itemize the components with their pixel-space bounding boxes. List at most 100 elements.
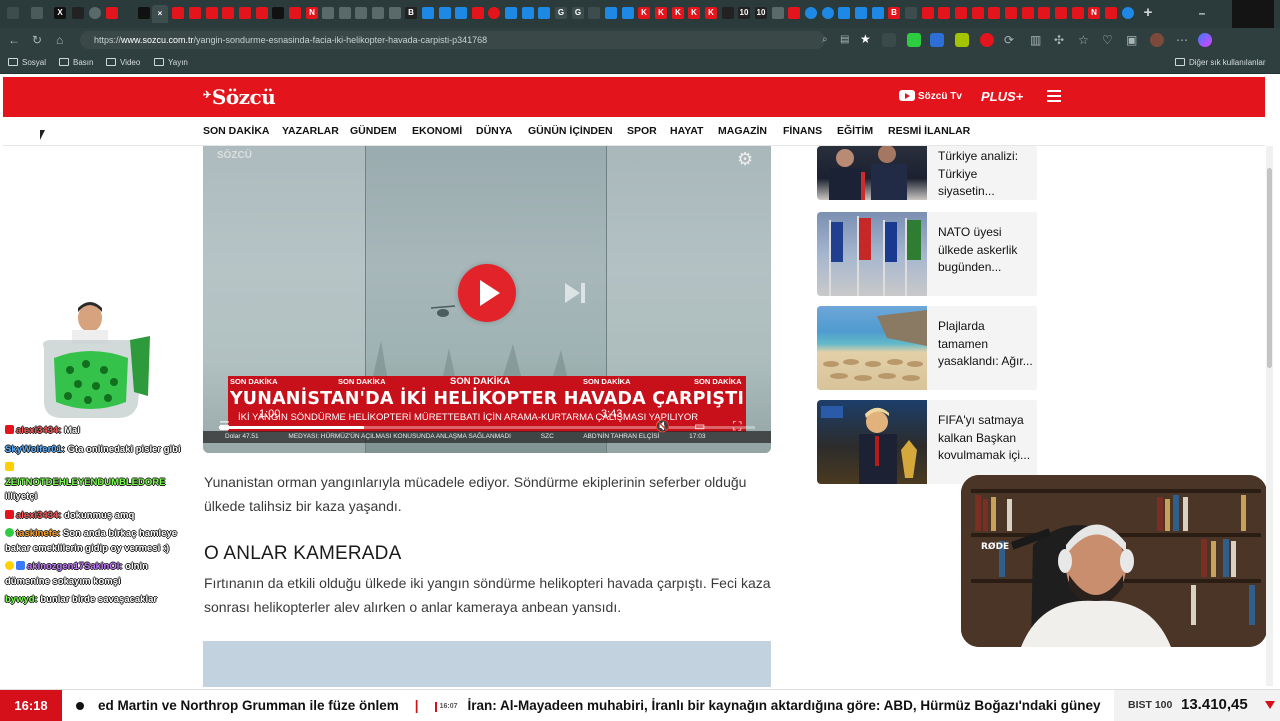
nav-magazin[interactable]: MAGAZİN bbox=[718, 125, 767, 137]
copilot-icon[interactable] bbox=[1198, 33, 1212, 47]
tab-favicon[interactable]: K bbox=[705, 7, 717, 19]
tab-favicon[interactable] bbox=[1122, 7, 1134, 19]
tab-favicon[interactable] bbox=[605, 7, 617, 19]
related-article[interactable]: NATO üyesi ülkede askerlik bugünden... bbox=[817, 212, 1037, 296]
tab-favicon[interactable] bbox=[805, 7, 817, 19]
page-scrollbar[interactable] bbox=[1266, 146, 1273, 686]
related-article[interactable]: FIFA'yı satmaya kalkan Başkan kovulmamak… bbox=[817, 400, 1037, 484]
browser-essentials-icon[interactable]: ♡ bbox=[1102, 33, 1113, 47]
bookmark-folder-sosyal[interactable]: Sosyal bbox=[8, 57, 46, 69]
tab-favicon[interactable] bbox=[189, 7, 201, 19]
tab-favicon[interactable] bbox=[938, 7, 950, 19]
tab-favicon[interactable]: K bbox=[655, 7, 667, 19]
extension-icon[interactable] bbox=[907, 33, 921, 47]
video-player[interactable]: SÖZCÜ ⚙ SON DAKİKA SON DAKİKA SON DAKİKA… bbox=[203, 146, 771, 453]
refresh-icon[interactable]: ↻ bbox=[32, 33, 42, 47]
tab-favicon[interactable] bbox=[439, 7, 451, 19]
tab-favicon[interactable] bbox=[772, 7, 784, 19]
tab-favicon[interactable]: 10 bbox=[755, 7, 767, 19]
nav-hayat[interactable]: HAYAT bbox=[670, 125, 703, 137]
tab-favicon[interactable] bbox=[722, 7, 734, 19]
tab-favicon[interactable] bbox=[1055, 7, 1067, 19]
tab-favicon[interactable] bbox=[522, 7, 534, 19]
tab-favicon[interactable] bbox=[239, 7, 251, 19]
nav-ekonomi[interactable]: EKONOMİ bbox=[412, 125, 462, 137]
tab-favicon[interactable] bbox=[106, 7, 118, 19]
tab-favicon[interactable] bbox=[256, 7, 268, 19]
collections-icon[interactable]: ▣ bbox=[1126, 33, 1137, 47]
tab-favicon[interactable] bbox=[206, 7, 218, 19]
tab-favicon[interactable] bbox=[838, 7, 850, 19]
tab-favicon[interactable] bbox=[1105, 7, 1117, 19]
tab-favicon[interactable] bbox=[1038, 7, 1050, 19]
tab-favicon[interactable] bbox=[339, 7, 351, 19]
tab-favicon[interactable] bbox=[355, 7, 367, 19]
tab-favicon[interactable] bbox=[1022, 7, 1034, 19]
tab-favicon[interactable] bbox=[988, 7, 1000, 19]
tab-favicon[interactable] bbox=[1005, 7, 1017, 19]
nav-dunya[interactable]: DÜNYA bbox=[476, 125, 512, 137]
tab-favicon[interactable]: G bbox=[572, 7, 584, 19]
avatar[interactable] bbox=[1150, 33, 1164, 47]
related-article[interactable]: Türkiye analizi: Türkiye siyasetin... bbox=[817, 146, 1037, 200]
tab-favicon[interactable] bbox=[505, 7, 517, 19]
tab-favicon[interactable] bbox=[472, 7, 484, 19]
tab-favicon[interactable] bbox=[972, 7, 984, 19]
tab-favicon[interactable]: K bbox=[672, 7, 684, 19]
sozcu-tv-link[interactable]: Sözcü Tv bbox=[899, 90, 962, 102]
tab-favicon[interactable] bbox=[955, 7, 967, 19]
tab-favicon[interactable] bbox=[222, 7, 234, 19]
extension-icon[interactable] bbox=[980, 33, 994, 47]
bist-100-widget[interactable]: BIST 100 13.410,45 bbox=[1114, 690, 1280, 721]
next-video-icon[interactable] bbox=[565, 283, 587, 303]
reader-icon[interactable]: ▤ bbox=[840, 33, 849, 47]
playlist-icon[interactable]: ☰ bbox=[219, 419, 230, 433]
tab-favicon[interactable] bbox=[822, 7, 834, 19]
scrollbar-thumb[interactable] bbox=[1267, 168, 1272, 368]
tab-favicon[interactable] bbox=[89, 7, 101, 19]
workspaces-icon[interactable] bbox=[31, 7, 43, 19]
other-bookmarks-folder[interactable]: Diğer sık kullanılanlar bbox=[1175, 57, 1265, 69]
bookmark-folder-video[interactable]: Video bbox=[106, 57, 140, 69]
split-screen-icon[interactable]: ▥ bbox=[1030, 33, 1041, 47]
extensions-puzzle-icon[interactable]: ✣ bbox=[1054, 33, 1064, 47]
nav-finans[interactable]: FİNANS bbox=[783, 125, 822, 137]
extension-icon[interactable] bbox=[882, 33, 896, 47]
related-article[interactable]: Plajlarda tamamen yasaklandı: Ağır... bbox=[817, 306, 1037, 390]
tab-favicon[interactable]: N bbox=[306, 7, 318, 19]
tab-favicon[interactable]: 10 bbox=[738, 7, 750, 19]
tab-favicon[interactable] bbox=[788, 7, 800, 19]
tab-active-close[interactable]: × bbox=[152, 5, 168, 23]
volume-icon[interactable]: 🔇 bbox=[655, 419, 670, 433]
nav-resmi-ilanlar[interactable]: RESMİ İLANLAR bbox=[888, 125, 970, 137]
settings-gear-icon[interactable]: ⚙ bbox=[737, 149, 753, 170]
plus-link[interactable]: PLUS+ bbox=[981, 89, 1023, 104]
tab-favicon[interactable] bbox=[72, 7, 84, 19]
tab-favicon[interactable]: K bbox=[688, 7, 700, 19]
video-progress-bar[interactable] bbox=[219, 426, 755, 429]
collections-icon[interactable]: ⟳ bbox=[1004, 33, 1014, 47]
more-menu-icon[interactable]: ⋯ bbox=[1176, 33, 1188, 47]
picture-in-picture-icon[interactable]: ▭ bbox=[694, 419, 705, 433]
tab-favicon[interactable] bbox=[372, 7, 384, 19]
nav-gundem[interactable]: GÜNDEM bbox=[350, 125, 397, 137]
tab-favicon[interactable] bbox=[922, 7, 934, 19]
tab-favicon[interactable] bbox=[1072, 7, 1084, 19]
tab-favicon[interactable] bbox=[172, 7, 184, 19]
tab-actions-icon[interactable] bbox=[7, 7, 19, 19]
ticker-headline[interactable]: ed Martin ve Northrop Grumman ile füze ö… bbox=[98, 698, 399, 713]
nav-spor[interactable]: SPOR bbox=[627, 125, 657, 137]
tab-favicon[interactable] bbox=[322, 7, 334, 19]
tab-favicon[interactable] bbox=[588, 7, 600, 19]
hamburger-menu-icon[interactable] bbox=[1047, 90, 1061, 102]
tab-favicon[interactable]: X bbox=[54, 7, 66, 19]
extension-icon[interactable] bbox=[930, 33, 944, 47]
tab-favicon[interactable] bbox=[622, 7, 634, 19]
bookmark-folder-basin[interactable]: Basın bbox=[59, 57, 93, 69]
nav-son-dakika[interactable]: SON DAKİKA bbox=[203, 125, 270, 137]
back-icon[interactable]: ← bbox=[8, 33, 20, 47]
play-button[interactable] bbox=[458, 264, 516, 322]
zoom-icon[interactable]: ⌕ bbox=[822, 33, 828, 47]
fullscreen-icon[interactable]: ⛶ bbox=[733, 419, 741, 434]
tab-favicon[interactable] bbox=[538, 7, 550, 19]
